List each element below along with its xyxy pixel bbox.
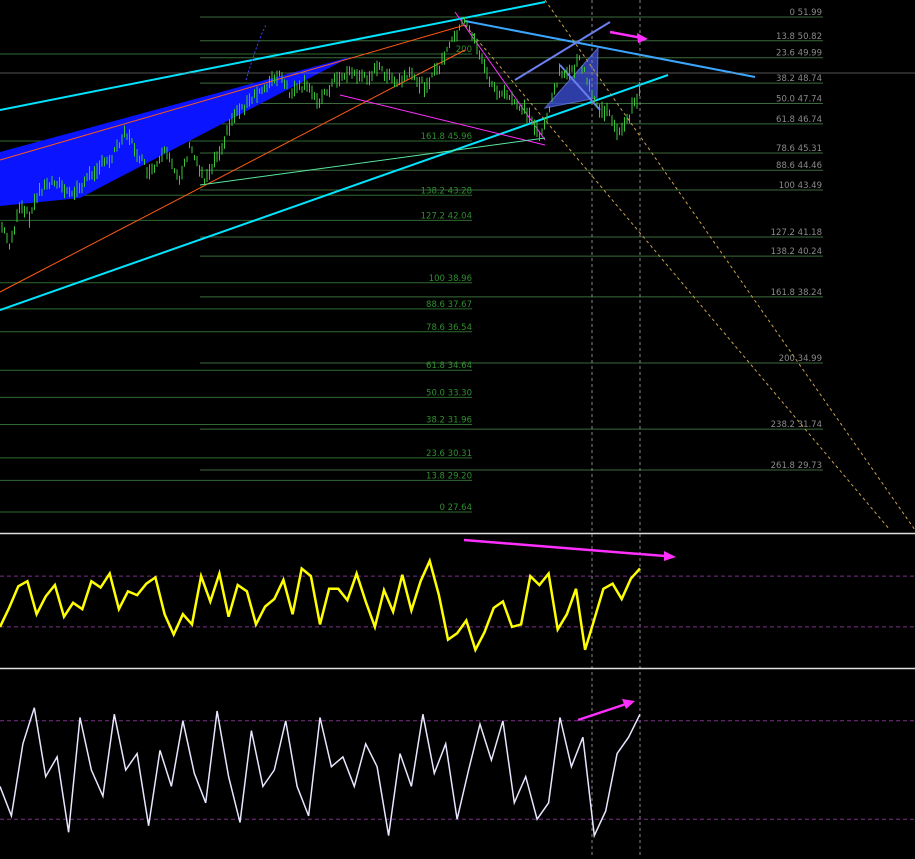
fib-label-right: 61.8 46.74 [776,115,822,125]
fib-label-right: 50.0 47.74 [776,94,822,104]
fib-label-middle: 138.2 43.28 [421,186,472,196]
fib-label-right: 23.6 49.99 [776,49,822,59]
fib-label-right: 100 43.49 [779,181,822,191]
fib-label-right: 161.8 38.24 [771,288,822,298]
fib-label-middle: 127.2 42.04 [421,211,472,221]
fib-label-middle: 161.8 45.96 [421,132,472,142]
fib-label-right: 38.2 48.74 [776,74,822,84]
fib-label-middle: 50.0 33.30 [426,388,472,398]
trading-chart[interactable]: 0 51.99 13.8 50.82 23.6 49.99 38.2 48.74 50.… [0,0,915,855]
fib-label-middle: 13.8 29.20 [426,471,472,481]
fib-label-right: 78.6 45.31 [776,144,822,154]
chart-stage: 0 51.99 13.8 50.82 23.6 49.99 38.2 48.74 50.… [0,0,915,855]
fib-label-right: 13.8 50.82 [776,32,822,42]
fib-label-middle: 38.2 31.96 [426,416,472,426]
fib-label-right: 138.2 40.24 [771,247,822,257]
fib-label-middle: 88.6 37.67 [426,300,472,310]
fib-label-right: 0 51.99 [790,8,822,18]
fib-label-right: 88.6 44.46 [776,161,822,171]
fib-label-middle: 100 38.96 [429,274,472,284]
fib-label-right: 261.8 29.73 [771,461,822,471]
fib-label-right: 127.2 41.18 [771,228,822,238]
fib-label-right: 200 34.99 [779,354,822,364]
fib-label-middle: 0 27.64 [440,503,472,513]
fib-label-middle: 23.6 30.31 [426,449,472,459]
fib-label-middle: 78.6 36.54 [426,323,472,333]
fib-label-right: 238.2 31.74 [771,420,822,430]
fib-label-middle: 61.8 34.64 [426,361,472,371]
